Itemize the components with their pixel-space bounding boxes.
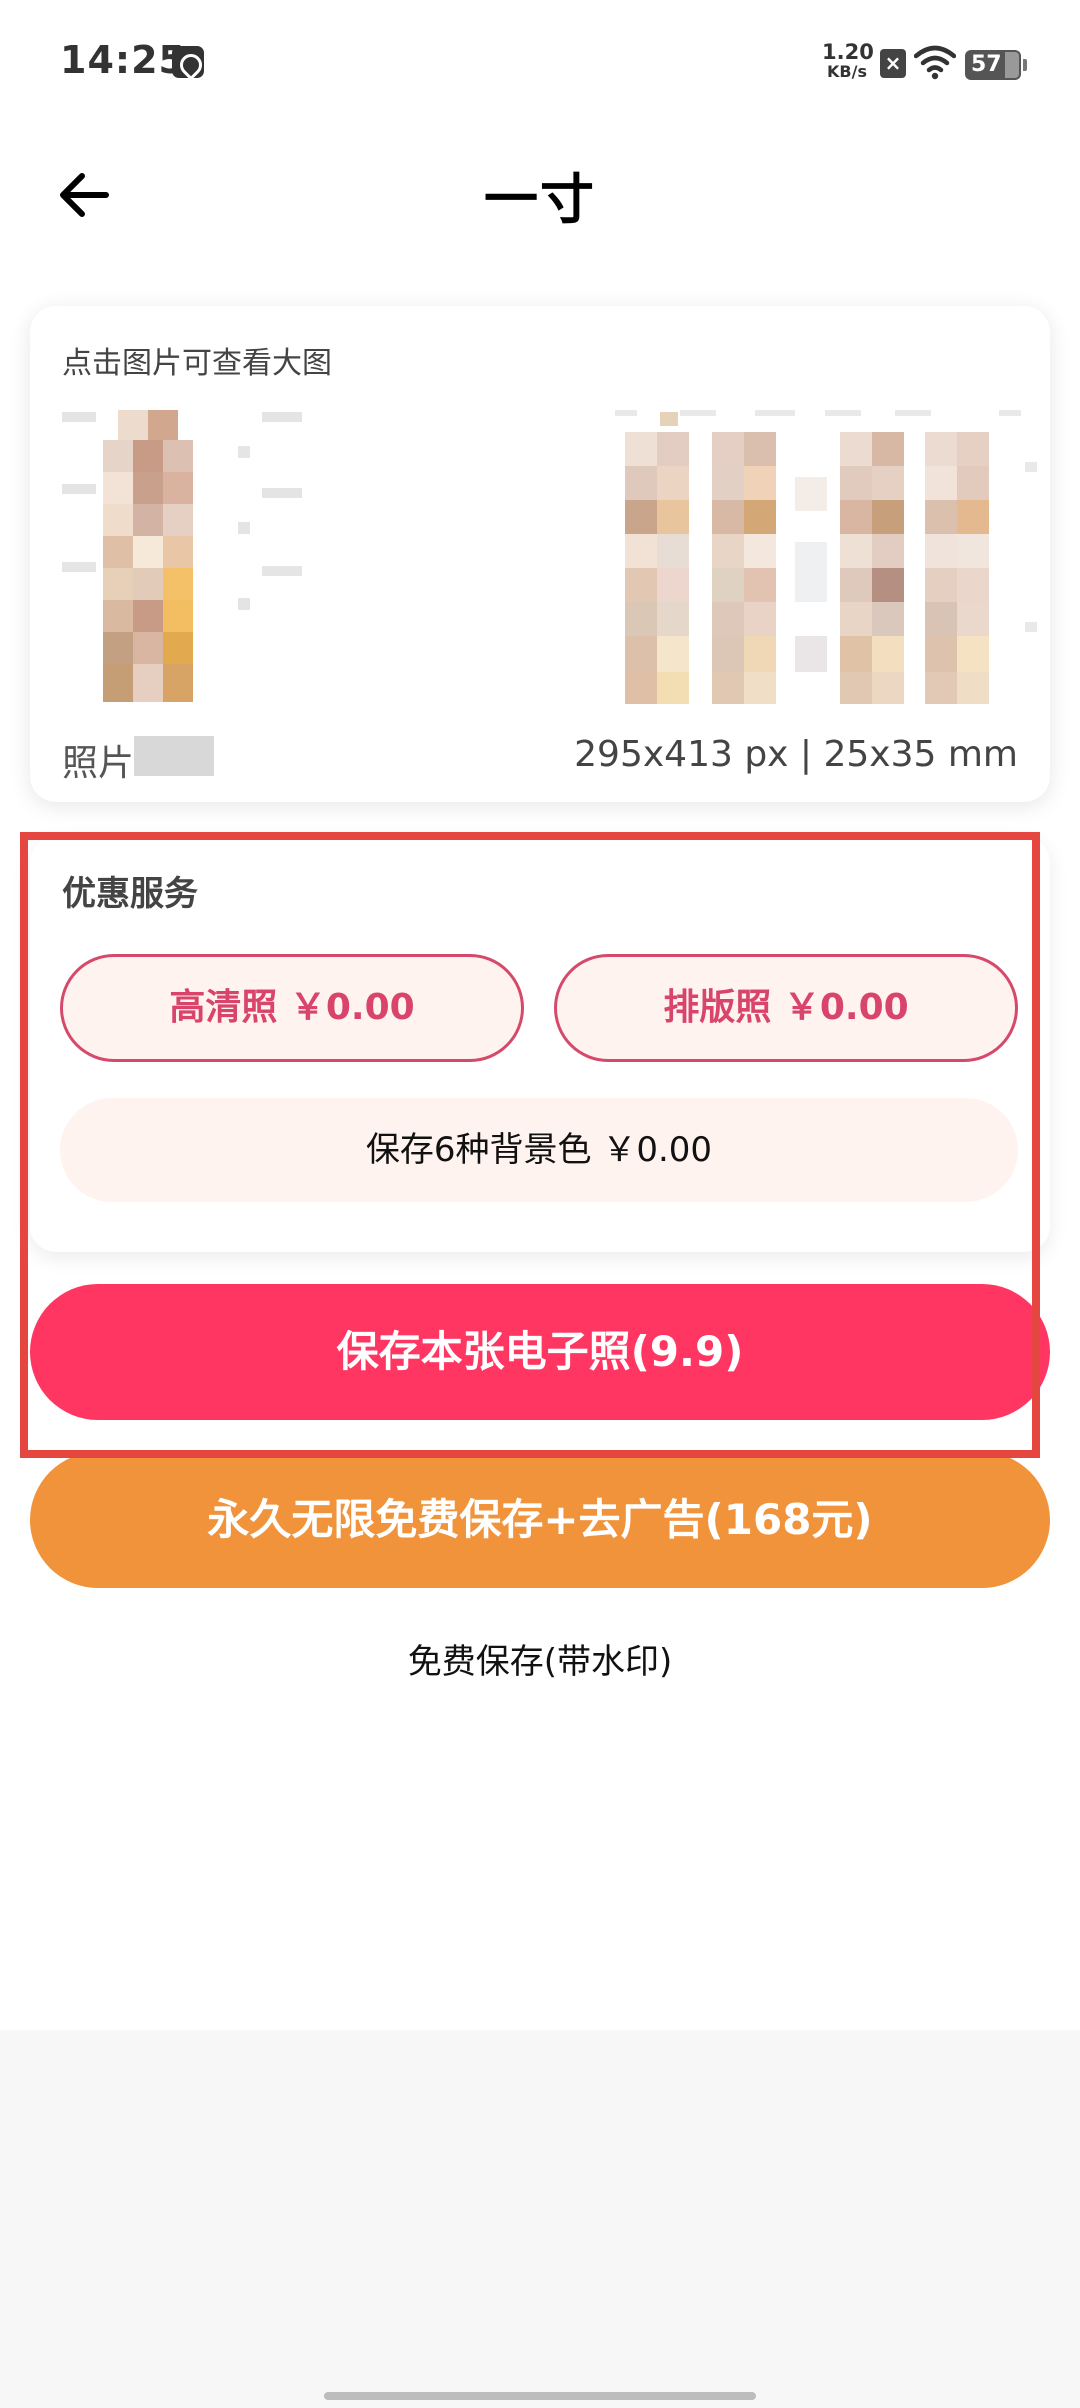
photo-name-redacted bbox=[134, 736, 214, 776]
layout-photo-button[interactable]: 排版照 ￥0.00 bbox=[554, 954, 1018, 1062]
bottom-empty-area bbox=[0, 2030, 1080, 2408]
photo-preview-card: 点击图片可查看大图 照片 295x413 px | 25x35 mm bbox=[30, 306, 1050, 802]
network-speed: 1.20 KB/s bbox=[822, 40, 874, 82]
hd-photo-button[interactable]: 高清照 ￥0.00 bbox=[60, 954, 524, 1062]
discount-services-card: 优惠服务 高清照 ￥0.00 排版照 ￥0.00 保存6种背景色 ￥0.00 bbox=[30, 836, 1050, 1252]
app-notification-icon bbox=[172, 46, 204, 78]
layout-sheet-preview[interactable] bbox=[585, 402, 1045, 712]
sim-x-icon: × bbox=[880, 49, 906, 78]
unlimited-save-button[interactable]: 永久无限免费保存+去广告(168元) bbox=[30, 1452, 1050, 1588]
status-time: 14:25 bbox=[60, 38, 186, 82]
preview-hint: 点击图片可查看大图 bbox=[62, 346, 332, 381]
network-speed-value: 1.20 bbox=[822, 40, 874, 64]
battery-icon: 57 bbox=[965, 50, 1027, 80]
wifi-icon bbox=[914, 45, 956, 80]
gesture-home-bar[interactable] bbox=[324, 2392, 756, 2400]
battery-level: 57 bbox=[971, 52, 1002, 77]
save-this-photo-button[interactable]: 保存本张电子照(9.9) bbox=[30, 1284, 1050, 1420]
save-background-colors-button[interactable]: 保存6种背景色 ￥0.00 bbox=[60, 1098, 1018, 1202]
network-speed-unit: KB/s bbox=[827, 62, 867, 81]
single-photo-preview[interactable] bbox=[58, 402, 308, 712]
photo-name-label: 照片 bbox=[62, 743, 135, 784]
screen: 14:25 1.20 KB/s × 57 一寸 点击图片可查看大图 照片 295… bbox=[0, 0, 1080, 2408]
free-save-watermark-link[interactable]: 免费保存(带水印) bbox=[0, 1634, 1080, 1683]
status-bar: 14:25 1.20 KB/s × 57 bbox=[0, 0, 1080, 130]
services-title: 优惠服务 bbox=[62, 874, 198, 914]
page-title: 一寸 bbox=[484, 168, 596, 231]
photo-size: 295x413 px | 25x35 mm bbox=[574, 734, 1018, 775]
